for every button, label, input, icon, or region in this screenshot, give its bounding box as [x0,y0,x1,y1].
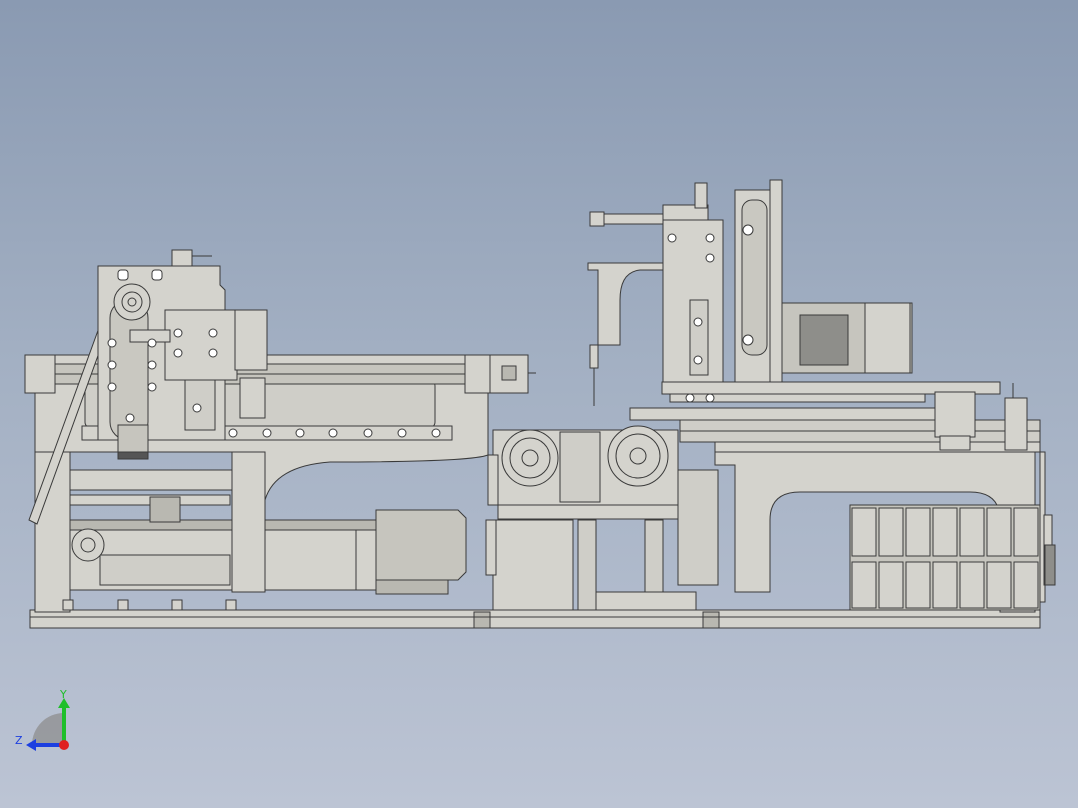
z-axis-label: Z [15,734,23,747]
cad-viewport[interactable]: Y Z [0,0,1078,808]
view-orientation-triad: Y Z [15,688,70,751]
x-axis-point [59,740,69,750]
y-axis-label: Y [59,688,67,701]
triad-quarter-disc [32,713,64,745]
